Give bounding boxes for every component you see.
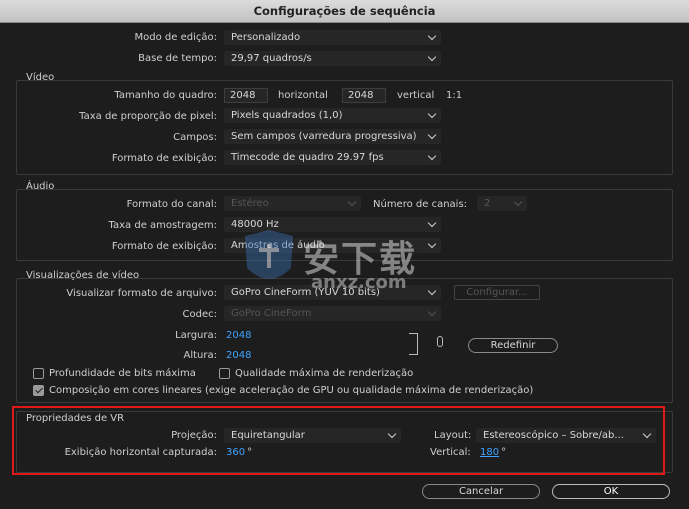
watermark-subtext: anxz.com bbox=[311, 272, 407, 293]
num-channels-value: 2 bbox=[484, 198, 491, 209]
chevron-down-icon bbox=[347, 197, 357, 207]
timebase-value: 29,97 quadros/s bbox=[231, 53, 312, 64]
chevron-down-icon bbox=[427, 218, 437, 228]
window-title: Configurações de sequência bbox=[253, 4, 436, 18]
chevron-down-icon bbox=[513, 197, 523, 207]
vertical-label: vertical bbox=[397, 90, 435, 101]
num-channels-label: Número de canais: bbox=[373, 199, 468, 210]
linear-color-label: Composição em cores lineares (exige acel… bbox=[49, 385, 534, 396]
preview-width-label: Largura: bbox=[175, 330, 217, 341]
channel-format-label: Formato do canal: bbox=[126, 199, 217, 210]
edit-mode-value: Personalizado bbox=[231, 32, 301, 43]
preview-height-label: Altura: bbox=[183, 350, 218, 361]
chevron-down-icon bbox=[427, 109, 437, 119]
frame-height-input[interactable]: 2048 bbox=[342, 88, 386, 103]
edit-mode-label: Modo de edição: bbox=[134, 32, 217, 43]
link-bracket bbox=[409, 333, 418, 355]
cancel-button[interactable]: Cancelar bbox=[422, 484, 540, 499]
timebase-dropdown[interactable]: 29,97 quadros/s bbox=[224, 51, 441, 66]
watermark-logo: 安下载 anxz.com bbox=[235, 228, 455, 301]
chevron-down-icon bbox=[427, 151, 437, 161]
edit-mode-dropdown[interactable]: Personalizado bbox=[224, 30, 441, 45]
timebase-label: Base de tempo: bbox=[138, 53, 217, 64]
channel-format-dropdown[interactable]: Estéreo bbox=[224, 196, 361, 211]
chevron-down-icon bbox=[427, 52, 437, 62]
codec-dropdown[interactable]: GoPro CineForm bbox=[224, 306, 441, 321]
max-bit-depth-checkbox[interactable] bbox=[33, 368, 44, 379]
codec-label: Codec: bbox=[182, 309, 217, 320]
chevron-down-icon bbox=[427, 307, 437, 317]
video-display-format-label: Formato de exibição: bbox=[111, 153, 217, 164]
fields-value: Sem campos (varredura progressiva) bbox=[231, 131, 417, 142]
frame-size-label: Tamanho do quadro: bbox=[114, 90, 217, 101]
linear-color-checkbox[interactable] bbox=[33, 385, 44, 396]
preview-height-value[interactable]: 2048 bbox=[226, 350, 251, 361]
horizontal-label: horizontal bbox=[278, 90, 328, 101]
configure-button[interactable]: Configurar... bbox=[454, 285, 540, 300]
pixel-aspect-dropdown[interactable]: Pixels quadrados (1,0) bbox=[224, 108, 441, 123]
video-display-format-value: Timecode de quadro 29.97 fps bbox=[231, 152, 384, 163]
max-render-quality-checkbox[interactable] bbox=[219, 368, 230, 379]
max-bit-depth-label: Profundidade de bits máxima bbox=[49, 368, 196, 379]
reset-button[interactable]: Redefinir bbox=[468, 338, 558, 353]
codec-value: GoPro CineForm bbox=[231, 308, 312, 319]
aspect-ratio-text: 1:1 bbox=[446, 90, 463, 101]
fields-dropdown[interactable]: Sem campos (varredura progressiva) bbox=[224, 129, 441, 144]
chevron-down-icon bbox=[427, 130, 437, 140]
vr-highlight-box bbox=[12, 406, 665, 475]
video-display-format-dropdown[interactable]: Timecode de quadro 29.97 fps bbox=[224, 150, 441, 165]
ok-button[interactable]: OK bbox=[552, 484, 670, 499]
channel-format-value: Estéreo bbox=[231, 198, 269, 209]
preview-file-format-label: Visualizar formato de arquivo: bbox=[66, 288, 217, 299]
pixel-aspect-label: Taxa de proporção de pixel: bbox=[79, 111, 217, 122]
pixel-aspect-value: Pixels quadrados (1,0) bbox=[231, 110, 343, 121]
fields-label: Campos: bbox=[173, 132, 217, 143]
max-render-quality-label: Qualidade máxima de renderização bbox=[235, 368, 414, 379]
title-bar: Configurações de sequência bbox=[0, 0, 689, 23]
preview-width-value[interactable]: 2048 bbox=[226, 330, 251, 341]
chain-link-icon[interactable] bbox=[437, 336, 443, 347]
chevron-down-icon bbox=[427, 31, 437, 41]
num-channels-dropdown[interactable]: 2 bbox=[477, 196, 527, 211]
audio-display-format-label: Formato de exibição: bbox=[111, 241, 217, 252]
sample-rate-label: Taxa de amostragem: bbox=[108, 220, 217, 231]
frame-width-input[interactable]: 2048 bbox=[224, 88, 268, 103]
